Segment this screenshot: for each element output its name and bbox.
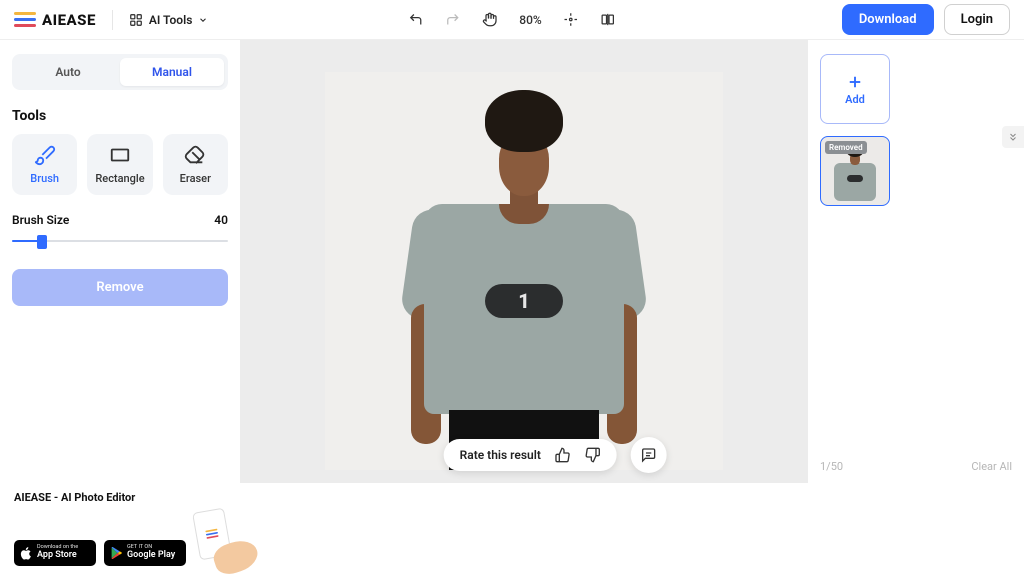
rate-pill: Rate this result bbox=[444, 439, 617, 471]
clear-all-button[interactable]: Clear All bbox=[971, 460, 1012, 473]
remove-button[interactable]: Remove bbox=[12, 269, 228, 306]
compare-icon bbox=[601, 12, 616, 27]
brush-size-value: 40 bbox=[214, 213, 228, 227]
add-image-button[interactable]: Add bbox=[820, 54, 890, 124]
brand-logo[interactable]: AIEASE bbox=[14, 11, 96, 29]
ai-tools-label: AI Tools bbox=[149, 13, 192, 27]
play-small: GET IT ON bbox=[127, 545, 175, 551]
plus-icon bbox=[846, 73, 864, 91]
app-store-badge[interactable]: Download on theApp Store bbox=[14, 540, 96, 566]
shirt-graphic: 1 bbox=[485, 284, 563, 318]
download-button[interactable]: Download bbox=[842, 4, 934, 35]
thumb-status-badge: Removed bbox=[825, 141, 867, 154]
add-label: Add bbox=[845, 93, 865, 106]
canvas-image[interactable]: 1 bbox=[325, 72, 723, 470]
tool-list: Brush Rectangle Eraser bbox=[12, 134, 228, 195]
canvas-area[interactable]: 1 Rate this result bbox=[240, 40, 808, 483]
canvas-controls: 80% bbox=[408, 12, 615, 27]
promo-title: AIEASE - AI Photo Editor bbox=[14, 491, 1010, 504]
chat-icon bbox=[641, 447, 657, 463]
eraser-icon bbox=[184, 144, 206, 166]
undo-icon bbox=[408, 12, 423, 27]
brush-icon bbox=[34, 144, 56, 166]
redo-icon bbox=[445, 12, 460, 27]
right-panel: Add Removed 1/50 Clear All bbox=[808, 40, 1024, 483]
appstore-big: App Store bbox=[37, 551, 78, 561]
chevron-down-icon bbox=[198, 15, 208, 25]
redo-button[interactable] bbox=[445, 12, 460, 27]
brush-size-slider[interactable] bbox=[12, 233, 228, 249]
rate-bar: Rate this result bbox=[444, 437, 667, 473]
result-thumbnail[interactable]: Removed bbox=[820, 136, 890, 206]
mode-auto[interactable]: Auto bbox=[16, 58, 120, 86]
mode-manual[interactable]: Manual bbox=[120, 58, 224, 86]
bottom-promo: AIEASE - AI Photo Editor Download on the… bbox=[0, 483, 1024, 563]
fit-button[interactable] bbox=[564, 12, 579, 27]
image-counter: 1/50 bbox=[820, 460, 843, 473]
thumbs-up-icon bbox=[555, 447, 571, 463]
right-panel-footer: 1/50 Clear All bbox=[820, 460, 1012, 473]
shirt-number: 1 bbox=[518, 289, 530, 313]
tool-brush-label: Brush bbox=[30, 172, 59, 185]
hand-holding-phone bbox=[190, 510, 250, 566]
play-big: Google Play bbox=[127, 551, 175, 561]
tool-eraser-label: Eraser bbox=[180, 172, 211, 185]
apple-icon bbox=[20, 546, 33, 561]
expand-icon bbox=[1007, 131, 1019, 143]
compare-button[interactable] bbox=[601, 12, 616, 27]
tool-rectangle-label: Rectangle bbox=[95, 172, 144, 185]
hand-icon bbox=[482, 12, 497, 27]
google-play-badge[interactable]: GET IT ONGoogle Play bbox=[104, 540, 186, 566]
tool-rectangle[interactable]: Rectangle bbox=[87, 134, 152, 195]
grid-icon bbox=[129, 13, 143, 27]
thumbs-down-icon bbox=[585, 447, 601, 463]
store-badges: Download on theApp Store GET IT ONGoogle… bbox=[14, 510, 1010, 566]
main-area: Auto Manual Tools Brush Rectangle bbox=[0, 40, 1024, 483]
brand-name: AIEASE bbox=[42, 11, 96, 29]
rate-label: Rate this result bbox=[460, 448, 541, 462]
rectangle-icon bbox=[109, 144, 131, 166]
undo-button[interactable] bbox=[408, 12, 423, 27]
tools-heading: Tools bbox=[12, 108, 228, 124]
fit-icon bbox=[564, 12, 579, 27]
play-icon bbox=[110, 546, 123, 560]
slider-thumb[interactable] bbox=[37, 235, 47, 249]
header-actions: Download Login bbox=[842, 4, 1010, 35]
login-button[interactable]: Login bbox=[944, 4, 1010, 35]
mode-toggle: Auto Manual bbox=[12, 54, 228, 90]
tool-brush[interactable]: Brush bbox=[12, 134, 77, 195]
pan-button[interactable] bbox=[482, 12, 497, 27]
expand-panel-button[interactable] bbox=[1002, 126, 1024, 148]
left-sidebar: Auto Manual Tools Brush Rectangle bbox=[0, 40, 240, 483]
logo-mark-icon bbox=[14, 12, 36, 28]
tool-eraser[interactable]: Eraser bbox=[163, 134, 228, 195]
zoom-level[interactable]: 80% bbox=[519, 13, 541, 27]
appstore-small: Download on the bbox=[37, 545, 78, 551]
brush-size-label: Brush Size bbox=[12, 213, 69, 227]
thumbs-down-button[interactable] bbox=[585, 447, 601, 463]
brush-size-row: Brush Size 40 bbox=[12, 213, 228, 227]
divider bbox=[112, 10, 113, 30]
thumbs-up-button[interactable] bbox=[555, 447, 571, 463]
app-header: AIEASE AI Tools 80% Download Login bbox=[0, 0, 1024, 40]
feedback-button[interactable] bbox=[631, 437, 667, 473]
ai-tools-dropdown[interactable]: AI Tools bbox=[129, 13, 208, 27]
